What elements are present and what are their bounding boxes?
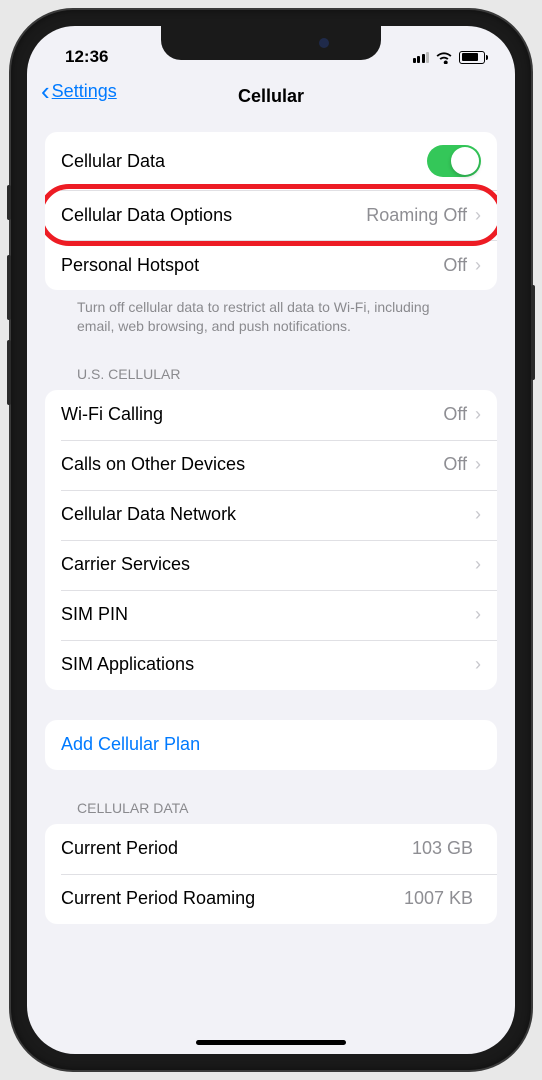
status-indicators [413,51,486,64]
row-wifi-calling[interactable]: Wi-Fi Calling Off › [45,390,497,440]
cellular-data-toggle[interactable] [427,145,481,177]
carrier-services-label: Carrier Services [61,554,475,575]
row-personal-hotspot[interactable]: Personal Hotspot Off › [45,240,497,290]
row-carrier-services[interactable]: Carrier Services › [45,540,497,590]
side-button [531,285,535,380]
wifi-calling-label: Wi-Fi Calling [61,404,443,425]
chevron-right-icon: › [475,404,481,425]
group-data-usage-header: CELLULAR DATA [45,800,497,824]
chevron-right-icon: › [475,255,481,276]
page-title: Cellular [238,86,304,107]
group-data-usage-block: Current Period 103 GB Current Period Roa… [45,824,497,924]
row-cellular-data-options[interactable]: Cellular Data Options Roaming Off › [45,190,497,240]
group-plan-block: Add Cellular Plan [45,720,497,770]
cellular-data-label: Cellular Data [61,151,427,172]
front-camera [319,38,329,48]
nav-header: ‹ Settings Cellular [27,76,515,126]
chevron-right-icon: › [475,205,481,226]
home-indicator[interactable] [196,1040,346,1045]
toggle-knob [451,147,479,175]
back-label: Settings [52,81,117,102]
wifi-calling-value: Off [443,404,467,425]
calls-other-label: Calls on Other Devices [61,454,443,475]
add-plan-label: Add Cellular Plan [61,734,481,755]
group-main-footer: Turn off cellular data to restrict all d… [45,290,497,336]
content-scroll[interactable]: Cellular Data Cellular Data Options Roam… [27,126,515,1054]
chevron-left-icon: ‹ [41,78,50,104]
group-main: Cellular Data Cellular Data Options Roam… [45,132,497,336]
sim-apps-label: SIM Applications [61,654,475,675]
battery-icon [459,51,485,64]
volume-up-button [7,255,11,320]
group-carrier: U.S. CELLULAR Wi-Fi Calling Off › Calls … [45,366,497,690]
cellular-data-options-label: Cellular Data Options [61,205,366,226]
phone-frame: 12:36 ‹ Settings Ce [11,10,531,1070]
battery-level [462,53,479,61]
calls-other-value: Off [443,454,467,475]
back-button[interactable]: ‹ Settings [41,78,117,104]
cellular-signal-icon [413,52,430,63]
group-plan: Add Cellular Plan [45,720,497,770]
row-current-period-roaming: Current Period Roaming 1007 KB [45,874,497,924]
chevron-right-icon: › [475,454,481,475]
row-current-period: Current Period 103 GB [45,824,497,874]
group-carrier-header: U.S. CELLULAR [45,366,497,390]
personal-hotspot-label: Personal Hotspot [61,255,443,276]
current-period-value: 103 GB [412,838,473,859]
mute-switch [7,185,11,220]
row-add-cellular-plan[interactable]: Add Cellular Plan [45,720,497,770]
current-period-roaming-value: 1007 KB [404,888,473,909]
current-period-roaming-label: Current Period Roaming [61,888,404,909]
sim-pin-label: SIM PIN [61,604,475,625]
row-cellular-data: Cellular Data [45,132,497,190]
chevron-right-icon: › [475,554,481,575]
group-main-block: Cellular Data Cellular Data Options Roam… [45,132,497,290]
row-sim-pin[interactable]: SIM PIN › [45,590,497,640]
personal-hotspot-value: Off [443,255,467,276]
wifi-icon [435,51,453,64]
row-calls-other-devices[interactable]: Calls on Other Devices Off › [45,440,497,490]
chevron-right-icon: › [475,604,481,625]
group-carrier-block: Wi-Fi Calling Off › Calls on Other Devic… [45,390,497,690]
status-time: 12:36 [65,47,108,67]
volume-down-button [7,340,11,405]
chevron-right-icon: › [475,504,481,525]
row-sim-applications[interactable]: SIM Applications › [45,640,497,690]
cellular-data-options-value: Roaming Off [366,205,467,226]
notch [161,26,381,60]
data-network-label: Cellular Data Network [61,504,475,525]
group-data-usage: CELLULAR DATA Current Period 103 GB Curr… [45,800,497,924]
current-period-label: Current Period [61,838,412,859]
chevron-right-icon: › [475,654,481,675]
screen: 12:36 ‹ Settings Ce [27,26,515,1054]
row-cellular-data-network[interactable]: Cellular Data Network › [45,490,497,540]
